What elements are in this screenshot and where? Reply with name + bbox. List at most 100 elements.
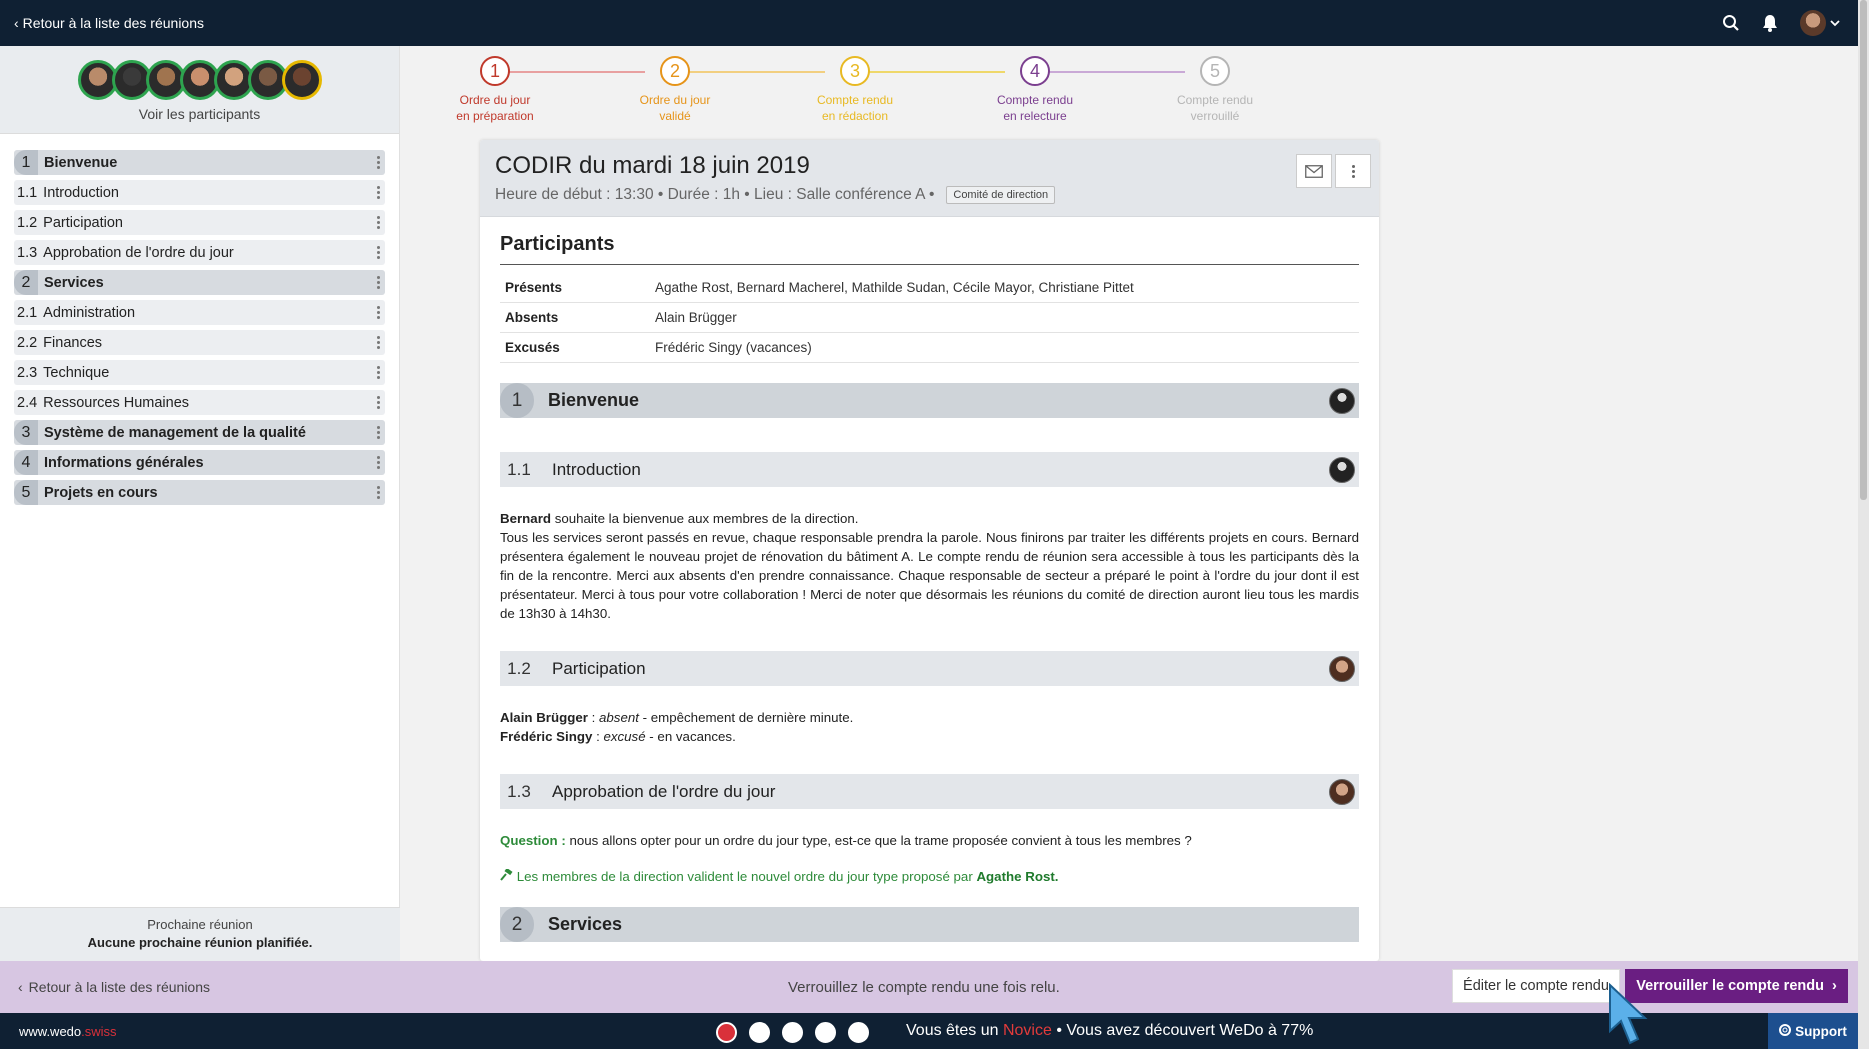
agenda-item-label: Informations générales [44,454,204,471]
agenda-item[interactable]: 2.1 Administration [14,300,385,325]
section-number: 1.3 [507,781,531,801]
top-actions [1722,10,1840,36]
kebab-icon[interactable] [371,366,385,379]
back-label: Retour à la liste des réunions [22,15,204,31]
kebab-icon[interactable] [371,216,385,229]
top-bar: ‹ Retour à la liste des réunions [0,0,1858,46]
section-1-3-header[interactable]: 1.3 Approbation de l'ordre du jour [500,774,1359,809]
participants-names: Frédéric Singy (vacances) [650,332,1359,363]
participant-avatar[interactable] [281,60,322,100]
gavel-icon [500,867,517,884]
kebab-icon[interactable] [371,186,385,199]
user-level-text: Vous êtes un Novice • Vous avez découver… [906,1022,1313,1040]
decision-author: Agathe Rost. [976,869,1059,884]
page-scrollbar[interactable] [1858,0,1869,1049]
section-1-2-header[interactable]: 1.2 Participation [500,651,1359,686]
envelope-icon [1305,164,1323,178]
bell-icon[interactable] [1762,14,1778,32]
intro-body: Tous les services seront passés en revue… [500,530,1359,621]
agenda-item[interactable]: 2.3 Technique [14,360,385,385]
user-menu[interactable] [1800,10,1840,36]
scrollbar-thumb[interactable] [1860,0,1867,500]
agenda-item[interactable]: 2.4 Ressources Humaines [14,390,385,415]
progress-dot[interactable] [815,1022,836,1043]
section-number: 1.2 [507,658,531,678]
agenda-item[interactable]: 1.3 Approbation de l'ordre du jour [14,240,385,265]
kebab-icon [1351,164,1355,178]
step-circle: 1 [480,56,510,86]
step-label-line1: Ordre du jour [459,93,531,107]
participants-names: Alain Brügger [650,302,1359,333]
agenda-item[interactable]: 3 Système de management de la qualité [14,420,385,445]
participant-avatars[interactable] [0,46,399,100]
section-2-header[interactable]: 2 Services [500,907,1359,942]
kebab-icon[interactable] [371,396,385,409]
edit-minutes-button[interactable]: Éditer le compte rendu [1452,969,1620,1003]
progress-dot[interactable] [782,1022,803,1043]
participants-heading: Participants [500,233,1359,265]
agenda-item[interactable]: 2.2 Finances [14,330,385,355]
kebab-icon[interactable] [371,426,385,439]
brand-accent: .swiss [81,1023,117,1039]
progress-dot-active[interactable] [716,1022,737,1043]
agenda-item[interactable]: 2 Services [14,270,385,295]
step-label-line1: Compte rendu [816,93,894,107]
workflow-step: 5 Compte rendu verrouillé [1135,56,1295,124]
agenda-item-number: 2.2 [17,334,38,351]
chevron-left-icon: ‹ [18,979,23,995]
kebab-icon[interactable] [371,456,385,469]
search-icon[interactable] [1722,14,1740,32]
email-button[interactable] [1296,154,1332,188]
kebab-icon[interactable] [371,486,385,499]
kebab-icon[interactable] [371,276,385,289]
back-to-meetings-link[interactable]: ‹ Retour à la liste des réunions [14,15,204,31]
step-circle: 5 [1200,56,1230,86]
participants-box: Voir les participants [0,46,399,134]
lock-minutes-button[interactable]: Verrouiller le compte rendu › [1625,969,1848,1003]
participants-row: Absents Alain Brügger [500,302,1359,333]
progress-dot[interactable] [749,1022,770,1043]
footer-bar: www.wedo.swiss Vous êtes un Novice • Vou… [0,1013,1858,1049]
progress-dot[interactable] [848,1022,869,1043]
agenda-item-label: Introduction [43,184,119,201]
workflow-step: 4 Compte rendu en relecture [955,56,1115,124]
participants-names: Agathe Rost, Bernard Macherel, Mathilde … [650,273,1359,303]
kebab-icon[interactable] [371,306,385,319]
step-label-line2: verrouillé [1190,109,1240,123]
agenda-item[interactable]: 1.1 Introduction [14,180,385,205]
participation-text: Alain Brügger : absent - empêchement de … [500,708,1359,746]
brand-link[interactable]: www.wedo.swiss [19,1024,117,1039]
participants-category: Excusés [500,332,650,363]
meeting-meta-text: Heure de début : 13:30 • Durée : 1h • Li… [495,186,935,203]
support-label: Support [1795,1023,1847,1039]
kebab-icon[interactable] [371,156,385,169]
question-body: nous allons opter pour un ordre du jour … [565,833,1192,848]
kebab-icon[interactable] [371,246,385,259]
agenda-item[interactable]: 5 Projets en cours [14,480,385,505]
more-options-button[interactable] [1335,154,1371,188]
kebab-icon[interactable] [371,336,385,349]
support-button[interactable]: Support [1768,1013,1858,1049]
step-circle: 3 [840,56,870,86]
view-participants-link[interactable]: Voir les participants [0,106,399,122]
agenda-item[interactable]: 1.2 Participation [14,210,385,235]
chevron-down-icon [1830,19,1840,27]
agenda-item-number: 3 [14,420,38,445]
workflow-stepper: 1 Ordre du jour en préparation 2 Ordre du jo… [456,56,1253,136]
step-label-line1: Ordre du jour [639,93,711,107]
section-1-1-header[interactable]: 1.1 Introduction [500,452,1359,487]
next-meeting-box: Prochaine réunion Aucune prochaine réuni… [0,907,400,961]
next-meeting-value: Aucune prochaine réunion planifiée. [87,935,313,950]
separator: : [587,710,600,725]
excused-reason: - en vacances. [645,729,736,744]
discovery-progress[interactable] [716,1022,869,1043]
participants-row: Excusés Frédéric Singy (vacances) [500,332,1359,363]
agenda-item[interactable]: 1 Bienvenue [14,150,385,175]
section-1-header[interactable]: 1 Bienvenue [500,383,1359,418]
workflow-step: 2 Ordre du jour validé [595,56,755,124]
absent-name: Alain Brügger [500,710,588,725]
step-label-line2: en rédaction [821,109,889,123]
agenda-item-number: 4 [14,450,38,475]
agenda-item[interactable]: 4 Informations générales [14,450,385,475]
back-to-meetings-bottom-link[interactable]: ‹ Retour à la liste des réunions [18,979,210,995]
